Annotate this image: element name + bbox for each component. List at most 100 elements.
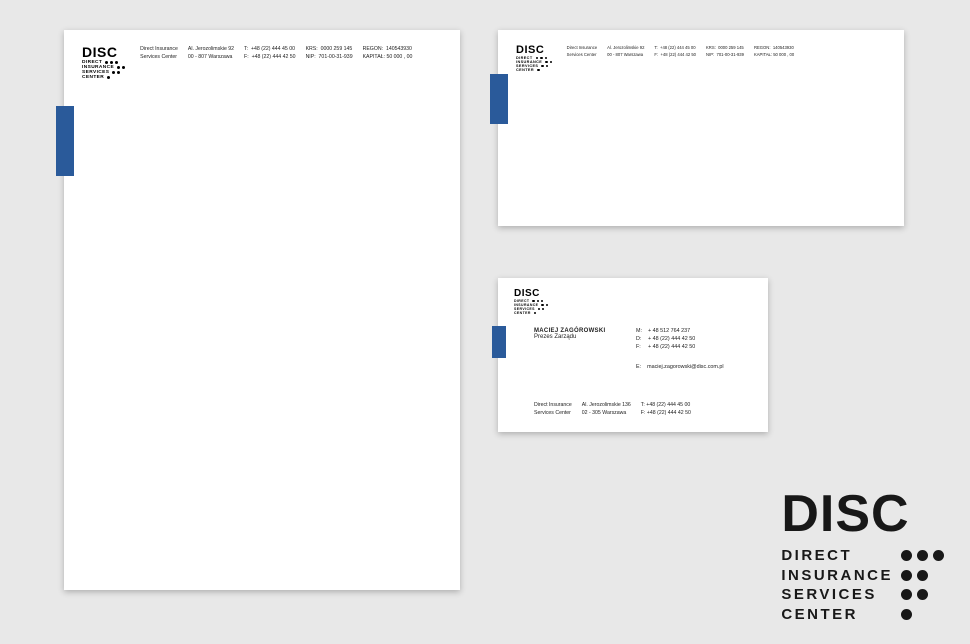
dot-icon <box>541 304 543 306</box>
f-value: +48 (22) 444 42 50 <box>252 54 296 60</box>
m-value: + 48 512 764 237 <box>648 328 695 334</box>
dot-row-icon <box>541 304 552 306</box>
logo-acronym: DISC <box>516 44 557 56</box>
company-line1: Direct Insurance <box>567 45 598 50</box>
letterhead-header: DISC DIRECTINSURANCESERVICESCENTER Direc… <box>82 44 446 80</box>
company-line2: Services Center <box>140 54 178 60</box>
dot-icon <box>115 61 118 64</box>
dot-icon <box>538 308 540 310</box>
dot-icon <box>534 312 536 314</box>
address-line1: Al. Jerozolimskie 92 <box>607 45 644 50</box>
dot-row-icon <box>538 308 549 310</box>
logo-rows: DIRECTINSURANCESERVICESCENTER <box>781 546 944 624</box>
nip-value: 701-00-31-939 <box>319 54 353 60</box>
dot-row-icon <box>117 66 130 69</box>
kapital-value: 50 000 , 00 <box>386 54 412 60</box>
f-label: F: <box>636 344 642 350</box>
regon-label: REGON: <box>363 46 383 52</box>
dot-row-icon <box>532 300 543 302</box>
logo-sublines: DIRECTINSURANCESERVICESCENTER <box>82 60 130 80</box>
dot-icon <box>550 61 553 64</box>
dot-icon <box>933 550 944 561</box>
accent-tab <box>490 74 508 124</box>
logo-subrow: CENTER <box>514 311 552 315</box>
person-title: Prezes Zarządu <box>534 334 605 340</box>
dot-icon <box>545 61 548 64</box>
disc-logo-large: DISC DIRECTINSURANCESERVICESCENTER <box>781 488 944 624</box>
logo-subrow: CENTER <box>82 75 130 80</box>
logo-row-large: DIRECT <box>781 546 944 566</box>
address-line2: 00 - 807 Warszawa <box>188 54 234 60</box>
dot-row-icon <box>105 61 118 64</box>
dot-icon <box>537 69 540 72</box>
logo-sublines: DIRECTINSURANCESERVICESCENTER <box>516 56 557 72</box>
address-line2: 00 - 807 Warszawa <box>607 52 644 57</box>
bcard-header: DISC DIRECTINSURANCESERVICESCENTER <box>514 288 754 315</box>
bcard-contacts: M: D: F: + 48 512 764 237 + 48 (22) 444 … <box>636 328 695 350</box>
dot-icon <box>917 589 928 600</box>
krs-value: 0000 259 145 <box>321 46 353 52</box>
regon-value: 140543930 <box>386 46 412 52</box>
dot-icon <box>110 61 113 64</box>
nip-label: NIP: <box>306 54 316 60</box>
t-label: T: <box>244 46 248 52</box>
dot-row-icon <box>537 69 549 72</box>
e-label: E: <box>636 364 641 370</box>
dot-icon <box>105 61 108 64</box>
bcard-person: MACIEJ ZAGÓROWSKI Prezes Zarządu <box>534 328 605 340</box>
dot-row-icon <box>901 570 944 581</box>
krs-label: KRS: <box>306 46 318 52</box>
disc-logo-small: DISC DIRECTINSURANCESERVICESCENTER <box>82 44 130 80</box>
logo-word: CENTER <box>82 75 104 80</box>
d-label: D: <box>636 336 642 342</box>
dot-row-icon <box>901 550 944 561</box>
disc-logo-small: DISC DIRECTINSURANCESERVICESCENTER <box>514 288 552 315</box>
dot-icon <box>537 300 539 302</box>
dot-row-icon <box>112 71 125 74</box>
bcard-footer: Direct Insurance Services Center Al. Jer… <box>534 402 752 416</box>
accent-tab <box>56 106 74 176</box>
dot-row-icon <box>901 609 944 620</box>
logo-word: CENTER <box>514 311 531 315</box>
dot-row-icon <box>545 61 557 64</box>
logo-row-large: SERVICES <box>781 585 944 605</box>
business-card: DISC DIRECTINSURANCESERVICESCENTER MACIE… <box>498 278 768 432</box>
logo-word: CENTER <box>516 68 534 72</box>
dot-icon <box>107 76 110 79</box>
logo-row-large: CENTER <box>781 605 944 625</box>
m-label: M: <box>636 328 642 334</box>
logo-word-large: CENTER <box>781 605 858 625</box>
dot-icon <box>901 570 912 581</box>
logo-word-large: DIRECT <box>781 546 852 566</box>
dot-icon <box>546 65 549 68</box>
dot-row-icon <box>541 65 553 68</box>
dot-icon <box>122 66 125 69</box>
dot-row-icon <box>534 312 545 314</box>
dot-icon <box>536 57 539 60</box>
logo-row-large: INSURANCE <box>781 566 944 586</box>
f-label: F: <box>244 54 249 60</box>
dot-icon <box>112 71 115 74</box>
dot-icon <box>532 300 534 302</box>
envelope-info: Direct Insurance Services Center Al. Jer… <box>567 45 890 72</box>
logo-word-large: SERVICES <box>781 585 877 605</box>
dot-icon <box>546 304 548 306</box>
company-line1: Direct Insurance <box>140 46 178 52</box>
envelope-sheet: DISC DIRECTINSURANCESERVICESCENTER Direc… <box>498 30 904 226</box>
dot-row-icon <box>536 57 548 60</box>
dot-icon <box>901 609 912 620</box>
company-line2: Services Center <box>567 52 598 57</box>
bcard-email-row: E: maciej.zagorowski@disc.com.pl <box>636 364 724 370</box>
f-value: + 48 (22) 444 42 50 <box>648 344 695 350</box>
logo-acronym: DISC <box>514 288 552 299</box>
dot-icon <box>901 589 912 600</box>
dot-row-icon <box>107 76 120 79</box>
kapital-label: KAPITAŁ: <box>363 54 385 60</box>
dot-icon <box>545 57 548 60</box>
logo-sublines: DIRECTINSURANCESERVICESCENTER <box>514 299 552 315</box>
logo-acronym: DISC <box>82 44 130 60</box>
t-value: +48 (22) 444 45 00 <box>251 46 295 52</box>
address-line1: Al. Jerozolimskie 92 <box>188 46 234 52</box>
dot-icon <box>917 550 928 561</box>
letterhead-info: Direct Insurance Services Center Al. Jer… <box>140 46 446 80</box>
